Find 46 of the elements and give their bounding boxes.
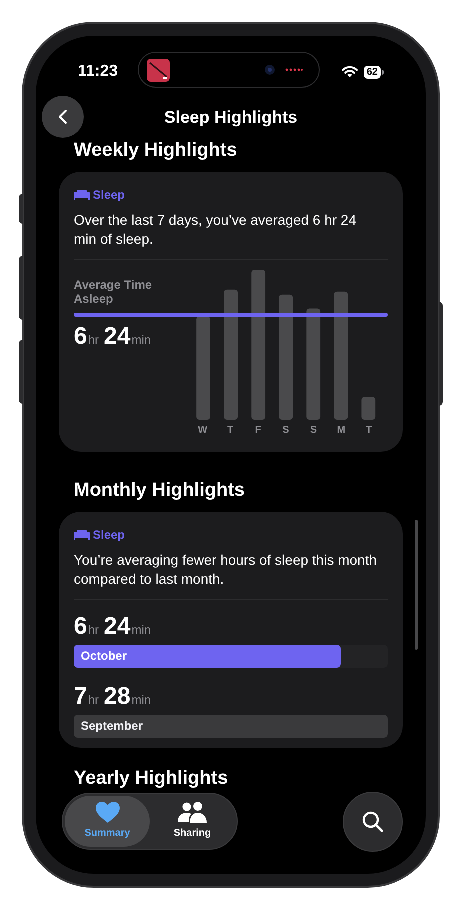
back-button[interactable]	[42, 96, 84, 138]
section-heading: Yearly Highlights	[73, 768, 230, 790]
category-label: Sleep	[93, 187, 126, 204]
minutes-value: 24	[104, 324, 131, 350]
hours-unit: hr	[88, 622, 100, 639]
hours-value: 6	[74, 324, 88, 350]
bed-icon	[74, 530, 90, 540]
hours-unit: hr	[88, 692, 100, 709]
summary-text: Over the last 7 days, you’ve averaged 6 hr 24 min of sleep.	[74, 211, 358, 249]
hours-unit: hr	[88, 332, 100, 349]
hours-value: 7	[74, 684, 88, 710]
day-label: W	[197, 424, 209, 438]
day-label: T	[365, 424, 374, 438]
day-label: F	[254, 424, 262, 438]
heart-icon	[96, 802, 120, 823]
month-label: September	[81, 719, 144, 734]
section-heading: Monthly Highlights	[73, 480, 246, 502]
day-label: M	[336, 424, 347, 438]
wifi-icon	[342, 66, 358, 78]
minutes-unit: min	[132, 622, 152, 639]
day-bar	[362, 397, 376, 420]
day-label: T	[226, 424, 235, 438]
tab-button[interactable]: Sharing	[150, 796, 235, 847]
back-icon	[58, 109, 68, 125]
average-label: Average Time Asleep	[74, 278, 154, 306]
search-icon	[362, 811, 384, 833]
people-icon	[178, 802, 208, 823]
category-label: Sleep	[93, 527, 126, 544]
screen-title: Sleep Highlights	[164, 107, 298, 130]
summary-text: You’re averaging fewer hours of sleep this month compared to last month.	[74, 551, 378, 589]
minutes-unit: min	[132, 332, 152, 349]
minutes-value: 24	[104, 614, 131, 640]
section-heading: Weekly Highlights	[73, 140, 238, 162]
hours-value: 6	[74, 614, 88, 640]
battery-level: 62	[364, 66, 381, 78]
bed-icon	[74, 190, 90, 200]
app-icon	[147, 58, 170, 82]
day-label: S	[309, 424, 318, 438]
status-time: 11:23	[78, 62, 118, 82]
minutes-unit: min	[132, 692, 152, 709]
camera-icon	[265, 65, 275, 75]
indicator-icon	[285, 68, 303, 72]
day-label: S	[282, 424, 290, 438]
tab-button[interactable]: Summary	[65, 796, 150, 847]
minutes-value: 28	[104, 684, 131, 710]
month-label: October	[81, 649, 128, 664]
